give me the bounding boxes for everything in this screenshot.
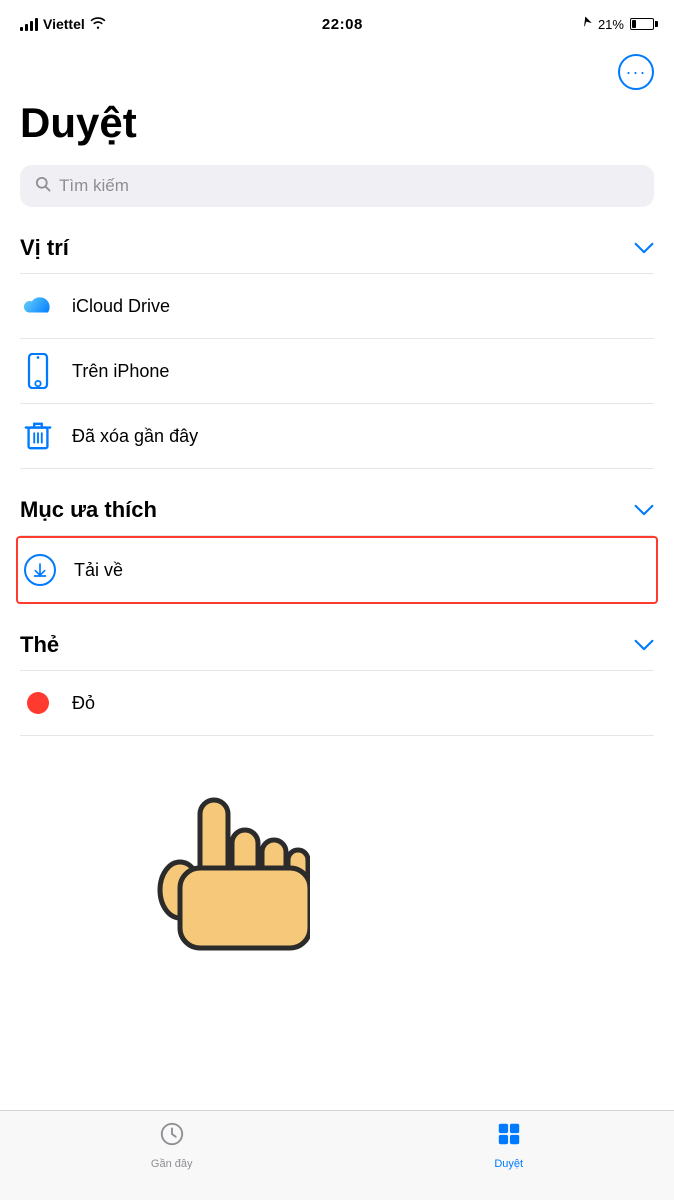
carrier-label: Viettel bbox=[43, 16, 85, 32]
search-icon bbox=[34, 175, 51, 197]
wifi-icon bbox=[90, 16, 106, 32]
favorites-chevron-icon bbox=[634, 500, 654, 521]
hand-cursor-overlay bbox=[130, 780, 310, 980]
battery-icon bbox=[630, 18, 654, 30]
locations-chevron-icon bbox=[634, 238, 654, 259]
downloads-label: Tải về bbox=[74, 560, 123, 581]
tags-section-header[interactable]: Thẻ bbox=[20, 632, 654, 658]
list-item-red[interactable]: Đỏ bbox=[20, 671, 654, 736]
list-item-iphone[interactable]: Trên iPhone bbox=[20, 339, 654, 404]
status-bar: Viettel 22:08 21% bbox=[0, 0, 674, 44]
browse-tab-label: Duyệt bbox=[494, 1158, 523, 1170]
iphone-label: Trên iPhone bbox=[72, 361, 169, 382]
list-item-trash[interactable]: Đã xóa gần đây bbox=[20, 404, 654, 469]
main-content: Duyệt Tìm kiếm Vị trí bbox=[0, 99, 674, 736]
more-button[interactable]: ··· bbox=[618, 54, 654, 90]
tab-item-recent[interactable]: Gần đây bbox=[151, 1121, 193, 1170]
battery-percent: 21% bbox=[598, 17, 624, 32]
tags-title: Thẻ bbox=[20, 632, 59, 658]
recent-tab-label: Gần đây bbox=[151, 1158, 193, 1170]
more-button-container: ··· bbox=[0, 44, 674, 95]
locations-list: iCloud Drive Trên iPhone bbox=[20, 273, 654, 469]
locations-title: Vị trí bbox=[20, 235, 69, 261]
status-time: 22:08 bbox=[322, 16, 363, 33]
tab-bar: Gần đây Duyệt bbox=[0, 1110, 674, 1200]
favorites-section-header[interactable]: Mục ưa thích bbox=[20, 497, 654, 523]
search-bar[interactable]: Tìm kiếm bbox=[20, 165, 654, 207]
favorites-list: Tải về bbox=[20, 535, 654, 604]
recent-tab-icon bbox=[159, 1121, 185, 1154]
icloud-label: iCloud Drive bbox=[72, 296, 170, 317]
downloads-icon bbox=[22, 552, 58, 588]
icloud-icon bbox=[20, 288, 56, 324]
signal-bars bbox=[20, 17, 38, 31]
trash-label: Đã xóa gần đây bbox=[72, 426, 198, 447]
browse-tab-icon bbox=[496, 1121, 522, 1154]
status-left: Viettel bbox=[20, 16, 106, 32]
red-tag-icon bbox=[20, 685, 56, 721]
red-label: Đỏ bbox=[72, 693, 95, 714]
tags-chevron-icon bbox=[634, 635, 654, 656]
page-title: Duyệt bbox=[20, 99, 654, 147]
search-placeholder: Tìm kiếm bbox=[59, 176, 129, 196]
tags-list: Đỏ bbox=[20, 670, 654, 736]
iphone-icon bbox=[20, 353, 56, 389]
list-item-icloud[interactable]: iCloud Drive bbox=[20, 274, 654, 339]
favorites-title: Mục ưa thích bbox=[20, 497, 157, 523]
status-right: 21% bbox=[579, 16, 654, 32]
tab-item-browse[interactable]: Duyệt bbox=[494, 1121, 523, 1170]
location-icon bbox=[579, 16, 592, 32]
trash-icon bbox=[20, 418, 56, 454]
list-item-downloads[interactable]: Tải về bbox=[16, 536, 658, 604]
locations-section-header[interactable]: Vị trí bbox=[20, 235, 654, 261]
